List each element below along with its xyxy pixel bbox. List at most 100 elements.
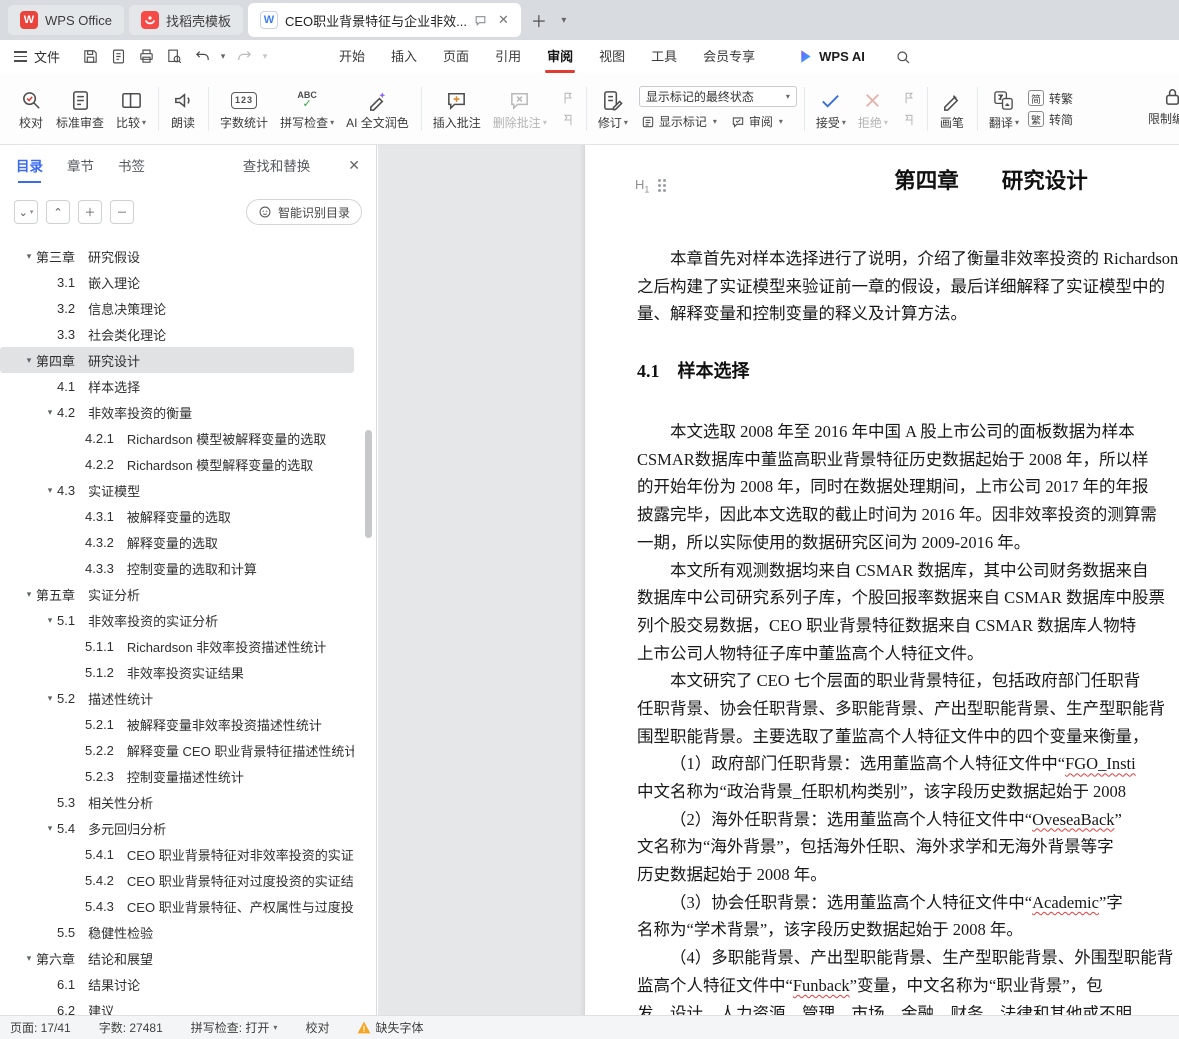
- toc-item[interactable]: 4.3.3 控制变量的选取和计算: [0, 555, 354, 581]
- track-changes-button[interactable]: 修订 ▾: [593, 84, 633, 133]
- toc-item[interactable]: 5.2.1 被解释变量非效率投资描述性统计: [0, 711, 354, 737]
- toggle-icon[interactable]: ▾: [22, 953, 36, 964]
- toc-item[interactable]: ▾ 第四章 研究设计: [0, 347, 354, 373]
- toc-item[interactable]: ▾ 4.3 实证模型: [0, 477, 354, 503]
- toc-panel-tab-0[interactable]: 目录: [16, 155, 43, 183]
- tab-wps-office[interactable]: W WPS Office: [8, 5, 124, 35]
- toc-item[interactable]: 4.2.2 Richardson 模型解释变量的选取: [0, 451, 354, 477]
- print-preview-button[interactable]: [162, 45, 186, 69]
- toggle-icon[interactable]: ▾: [22, 251, 36, 262]
- toc-item[interactable]: 6.2 建议: [0, 997, 354, 1016]
- expand-all-button[interactable]: ⌃: [46, 200, 70, 224]
- toggle-icon[interactable]: ▾: [43, 693, 57, 704]
- menu-item-4[interactable]: 审阅: [534, 40, 586, 73]
- close-panel-icon[interactable]: ✕: [348, 157, 360, 174]
- document-page[interactable]: H1 第四章 研究设计 本章首先对样本选择进行了说明，介绍了衡量非效率投资的 R…: [585, 145, 1179, 1015]
- pen-button[interactable]: 画笔: [934, 84, 970, 133]
- toc-item[interactable]: 3.3 社会类化理论: [0, 321, 354, 347]
- menu-item-5[interactable]: 视图: [586, 40, 638, 73]
- promote-button[interactable]: ＋: [78, 200, 102, 224]
- standard-check-button[interactable]: 标准审查: [51, 84, 109, 133]
- drag-handle-icon[interactable]: [658, 179, 667, 193]
- toc-panel-tab-3[interactable]: 查找和替换: [243, 155, 311, 175]
- spellcheck-status[interactable]: 拼写检查: 打开 ▾: [191, 1019, 278, 1036]
- toggle-icon[interactable]: ▾: [22, 355, 36, 366]
- menu-item-1[interactable]: 插入: [378, 40, 430, 73]
- tab-docer-templates[interactable]: 找稻壳模板: [128, 5, 243, 35]
- toc-item[interactable]: 4.3.2 解释变量的选取: [0, 529, 354, 555]
- tab-document[interactable]: W CEO职业背景特征与企业非效... ✕: [247, 3, 521, 37]
- toc-item[interactable]: 4.1 样本选择: [0, 373, 354, 399]
- toggle-icon[interactable]: ▾: [43, 615, 57, 626]
- export-pdf-button[interactable]: [106, 45, 130, 69]
- toc-item[interactable]: 5.2.2 解释变量 CEO 职业背景特征描述性统计: [0, 737, 354, 763]
- toc-item[interactable]: ▾ 5.2 描述性统计: [0, 685, 354, 711]
- save-button[interactable]: [78, 45, 102, 69]
- spell-check-button[interactable]: ABC ✓ 拼写检查 ▾: [275, 84, 339, 133]
- menu-item-6[interactable]: 工具: [638, 40, 690, 73]
- insert-comment-button[interactable]: 插入批注: [428, 84, 486, 133]
- toc-item[interactable]: 5.5 稳健性检验: [0, 919, 354, 945]
- word-count-indicator[interactable]: 字数: 27481: [99, 1019, 163, 1036]
- toc-item[interactable]: ▾ 5.4 多元回归分析: [0, 815, 354, 841]
- translate-button[interactable]: 翻译 ▾: [984, 84, 1024, 133]
- markup-state-combobox[interactable]: 显示标记的最终状态 ▾: [638, 86, 797, 107]
- to-traditional-button[interactable]: 简 转繁: [1027, 90, 1073, 107]
- show-markup-button[interactable]: 显示标记 ▾: [639, 112, 719, 131]
- toggle-icon[interactable]: ▾: [43, 823, 57, 834]
- toggle-icon[interactable]: ▾: [22, 589, 36, 600]
- markup-state-value: 显示标记的最终状态: [645, 90, 754, 104]
- toc-item[interactable]: 4.2.1 Richardson 模型被解释变量的选取: [0, 425, 354, 451]
- ai-polish-button[interactable]: AI 全文润色: [341, 84, 414, 133]
- toc-item[interactable]: ▾ 5.1 非效率投资的实证分析: [0, 607, 354, 633]
- close-tab-icon[interactable]: ✕: [498, 12, 509, 28]
- toc-item[interactable]: 5.4.1 CEO 职业背景特征对非效率投资的实证...: [0, 841, 354, 867]
- menu-item-2[interactable]: 页面: [430, 40, 482, 73]
- toc-item[interactable]: 5.1.2 非效率投资实证结果: [0, 659, 354, 685]
- review-pane-button[interactable]: 审阅 ▾: [729, 112, 785, 131]
- collapse-all-button[interactable]: ⌄ ▾: [14, 200, 38, 224]
- demote-button[interactable]: －: [110, 200, 134, 224]
- toc-item[interactable]: 5.2.3 控制变量描述性统计: [0, 763, 354, 789]
- toc-item[interactable]: ▾ 第五章 实证分析: [0, 581, 354, 607]
- toc-item[interactable]: 5.1.1 Richardson 非效率投资描述性统计: [0, 633, 354, 659]
- toc-scrollbar-thumb[interactable]: [365, 430, 372, 538]
- compare-button[interactable]: 比较 ▾: [111, 84, 151, 133]
- toc-item[interactable]: ▾ 第三章 研究假设: [0, 243, 354, 269]
- menu-item-7[interactable]: 会员专享: [690, 40, 768, 73]
- toc-item[interactable]: ▾ 第六章 结论和展望: [0, 945, 354, 971]
- toc-panel-tab-1[interactable]: 章节: [67, 155, 94, 175]
- toc-item[interactable]: 5.3 相关性分析: [0, 789, 354, 815]
- search-button[interactable]: [895, 49, 911, 65]
- tab-list-dropdown-icon[interactable]: ▾: [554, 7, 574, 33]
- menu-item-0[interactable]: 开始: [326, 40, 378, 73]
- read-aloud-button[interactable]: 朗读: [165, 84, 201, 133]
- toggle-icon[interactable]: ▾: [43, 407, 57, 418]
- wps-ai-button[interactable]: WPS AI: [798, 49, 865, 64]
- toc-item[interactable]: 4.3.1 被解释变量的选取: [0, 503, 354, 529]
- page-indicator[interactable]: 页面: 17/41: [10, 1019, 71, 1036]
- accept-button[interactable]: 接受 ▾: [811, 84, 851, 133]
- new-tab-button[interactable]: ＋: [526, 7, 552, 33]
- restrict-edit-button[interactable]: 限制编辑: [1143, 80, 1179, 129]
- missing-font-warning[interactable]: 缺失字体: [357, 1019, 423, 1036]
- toc-item[interactable]: 3.1 嵌入理论: [0, 269, 354, 295]
- toc-item[interactable]: 5.4.3 CEO 职业背景特征、产权属性与过度投...: [0, 893, 354, 919]
- toggle-icon[interactable]: ▾: [43, 485, 57, 496]
- toc-item-number: 4.3: [57, 482, 76, 498]
- toc-panel-tab-2[interactable]: 书签: [118, 155, 145, 175]
- toc-item[interactable]: ▾ 4.2 非效率投资的衡量: [0, 399, 354, 425]
- toc-item[interactable]: 6.1 结果讨论: [0, 971, 354, 997]
- undo-button[interactable]: [190, 45, 214, 69]
- word-count-button[interactable]: 123 字数统计: [215, 84, 273, 133]
- smart-recognize-button[interactable]: 智能识别目录: [245, 199, 362, 225]
- print-button[interactable]: [134, 45, 158, 69]
- file-menu-button[interactable]: 文件: [0, 40, 74, 73]
- toc-item[interactable]: 3.2 信息决策理论: [0, 295, 354, 321]
- proofread-button[interactable]: 校对: [13, 84, 49, 133]
- toc-item[interactable]: 5.4.2 CEO 职业背景特征对过度投资的实证结...: [0, 867, 354, 893]
- proofread-status[interactable]: 校对: [305, 1019, 329, 1036]
- menu-item-3[interactable]: 引用: [482, 40, 534, 73]
- undo-dropdown-icon[interactable]: ▾: [218, 51, 228, 62]
- to-simplified-button[interactable]: 繁 转简: [1027, 111, 1073, 128]
